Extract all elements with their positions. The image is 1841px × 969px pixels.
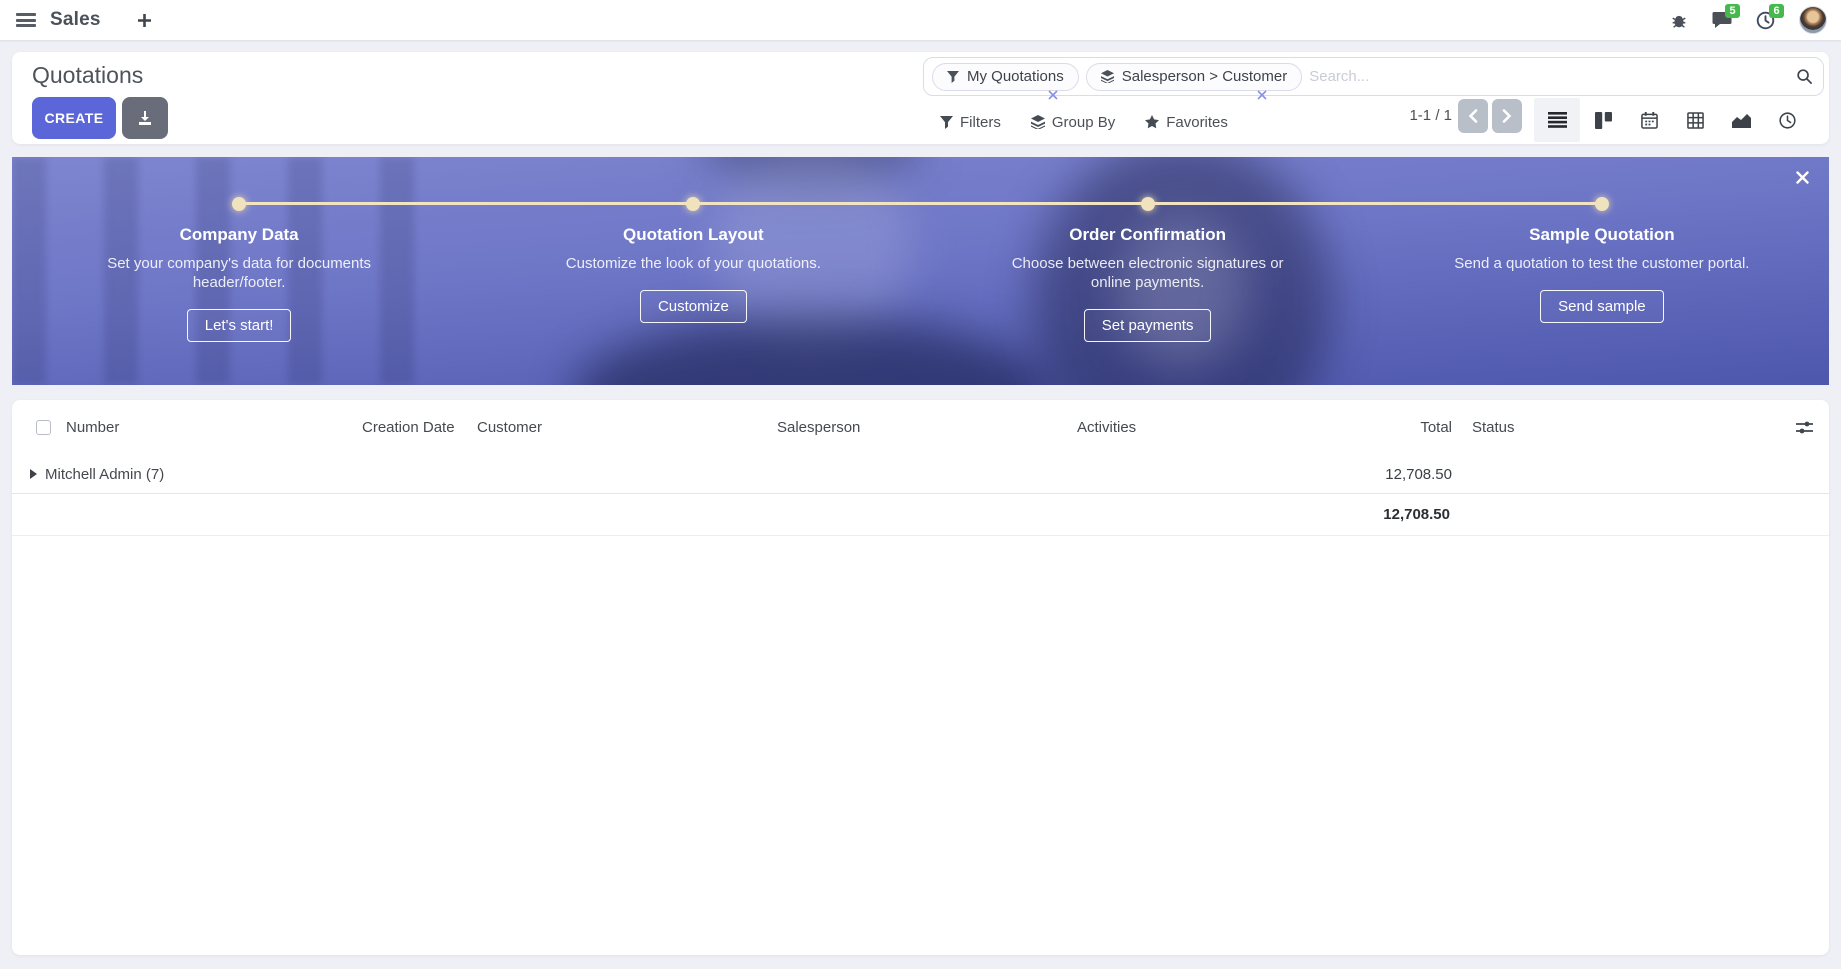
customize-button[interactable]: Customize <box>640 290 747 323</box>
column-header-number[interactable]: Number <box>54 419 352 436</box>
caret-right-icon <box>30 469 37 479</box>
activities-clock-icon[interactable]: 6 <box>1756 11 1775 30</box>
send-sample-button[interactable]: Send sample <box>1540 290 1664 323</box>
group-by-button[interactable]: Group By <box>1031 114 1115 131</box>
view-switch-pivot[interactable] <box>1672 98 1718 142</box>
view-switch-calendar[interactable] <box>1626 98 1672 142</box>
column-header-total[interactable]: Total <box>1342 419 1462 436</box>
systray: 5 6 <box>1670 6 1827 34</box>
control-panel: Quotations CREATE My Quotations Salesper… <box>12 52 1829 144</box>
column-header-customer[interactable]: Customer <box>467 419 767 436</box>
onboarding-steps: Company Data Set your company's data for… <box>12 225 1829 342</box>
pager-next-button[interactable] <box>1492 99 1522 133</box>
onboarding-banner: Company Data Set your company's data for… <box>12 157 1829 385</box>
view-switch-graph[interactable] <box>1718 98 1764 142</box>
facet-label: My Quotations <box>967 68 1064 85</box>
group-total: 12,708.50 <box>1342 466 1452 483</box>
activity-view-icon <box>1779 112 1796 129</box>
top-navbar: Sales 5 6 <box>0 0 1841 40</box>
search-input[interactable] <box>1309 68 1796 85</box>
facet-label: Salesperson > Customer <box>1122 68 1288 85</box>
filters-button[interactable]: Filters <box>940 114 1001 131</box>
facet-remove-icon[interactable] <box>1048 90 1058 100</box>
lets-start-button[interactable]: Let's start! <box>187 309 292 342</box>
page-title: Quotations <box>32 62 143 89</box>
view-switch-kanban[interactable] <box>1580 98 1626 142</box>
export-button[interactable] <box>122 97 168 139</box>
apps-menu-icon[interactable] <box>16 13 36 27</box>
layers-icon <box>1101 70 1114 83</box>
optional-columns-icon[interactable] <box>1779 420 1829 435</box>
activities-count-badge: 6 <box>1769 4 1784 18</box>
chevron-left-icon <box>1468 109 1478 123</box>
kanban-view-icon <box>1595 112 1612 129</box>
pivot-view-icon <box>1687 112 1704 129</box>
column-header-activities[interactable]: Activities <box>1067 419 1342 436</box>
group-label: Mitchell Admin (7) <box>45 466 164 483</box>
column-header-salesperson[interactable]: Salesperson <box>767 419 1067 436</box>
filter-icon <box>947 71 959 83</box>
onboarding-timeline <box>239 202 1602 205</box>
banner-close-icon[interactable] <box>1792 167 1813 188</box>
timeline-dot <box>232 197 246 211</box>
messages-icon[interactable]: 5 <box>1712 11 1732 29</box>
quotations-list: Number Creation Date Customer Salesperso… <box>12 400 1829 955</box>
star-icon <box>1145 115 1159 129</box>
search-icon[interactable] <box>1796 68 1813 85</box>
view-switch-activity[interactable] <box>1764 98 1810 142</box>
footer-total: 12,708.50 <box>1340 506 1450 523</box>
chevron-right-icon <box>1502 109 1512 123</box>
user-avatar[interactable] <box>1799 6 1827 34</box>
app-name[interactable]: Sales <box>50 9 101 31</box>
search-facet-groupby[interactable]: Salesperson > Customer <box>1086 63 1303 91</box>
calendar-view-icon <box>1641 112 1658 129</box>
view-switcher <box>1534 98 1810 142</box>
step-sample-quotation: Sample Quotation Send a quotation to tes… <box>1375 225 1829 342</box>
view-switch-list[interactable] <box>1534 98 1580 142</box>
graph-view-icon <box>1732 113 1751 128</box>
set-payments-button[interactable]: Set payments <box>1084 309 1212 342</box>
download-icon <box>137 110 153 126</box>
column-header-creation-date[interactable]: Creation Date <box>352 419 467 436</box>
timeline-dot <box>1141 197 1155 211</box>
facet-remove-icon[interactable] <box>1257 90 1267 100</box>
create-button[interactable]: CREATE <box>32 97 116 139</box>
column-header-status[interactable]: Status <box>1462 419 1779 436</box>
search-options: Filters Group By Favorites <box>940 105 1228 139</box>
search-bar[interactable]: My Quotations Salesperson > Customer <box>923 57 1824 96</box>
group-row-mitchell-admin[interactable]: Mitchell Admin (7) 12,708.50 <box>12 455 1829 494</box>
table-footer-row: 12,708.50 <box>12 494 1829 536</box>
table-header-row: Number Creation Date Customer Salesperso… <box>12 400 1829 455</box>
step-company-data: Company Data Set your company's data for… <box>12 225 466 342</box>
pager-previous-button[interactable] <box>1458 99 1488 133</box>
layers-icon <box>1031 115 1045 129</box>
timeline-dot <box>1595 197 1609 211</box>
search-facet-my-quotations[interactable]: My Quotations <box>932 63 1079 91</box>
step-quotation-layout: Quotation Layout Customize the look of y… <box>466 225 920 342</box>
timeline-dot <box>686 197 700 211</box>
step-order-confirmation: Order Confirmation Choose between electr… <box>921 225 1375 342</box>
pager-range: 1-1 / 1 <box>1372 99 1452 133</box>
plus-icon[interactable] <box>137 13 152 28</box>
favorites-button[interactable]: Favorites <box>1145 114 1228 131</box>
debug-icon[interactable] <box>1670 11 1688 29</box>
list-view-icon <box>1548 112 1567 128</box>
filter-icon <box>940 116 953 129</box>
messages-count-badge: 5 <box>1725 4 1740 18</box>
select-all-checkbox[interactable] <box>36 420 51 435</box>
app-root: Sales 5 6 Quotat <box>0 0 1841 969</box>
